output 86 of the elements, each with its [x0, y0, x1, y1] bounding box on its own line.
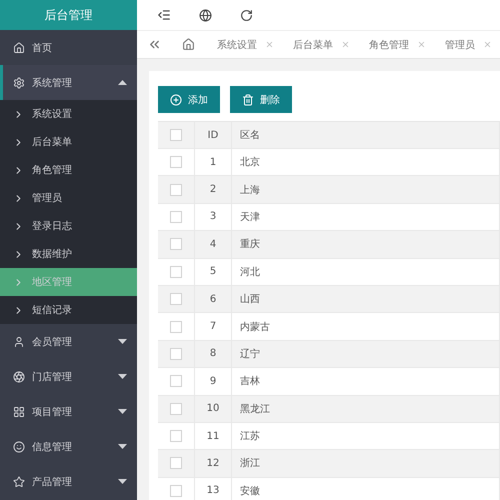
submenu-item[interactable]: 登录日志	[0, 212, 137, 240]
collapse-menu-icon[interactable]	[157, 8, 171, 22]
checkbox[interactable]	[170, 375, 182, 388]
refresh-icon[interactable]	[240, 8, 253, 22]
smiley-icon	[13, 440, 25, 452]
caret-down-icon	[118, 444, 127, 449]
close-icon[interactable]	[265, 40, 274, 49]
submenu-item[interactable]: 角色管理	[0, 156, 137, 184]
submenu-item[interactable]: 数据维护	[0, 240, 137, 268]
table-cell-text: 北京	[240, 156, 260, 170]
checkbox[interactable]	[170, 129, 182, 141]
caret-down-icon	[118, 374, 127, 379]
tab[interactable]: 系统设置	[205, 38, 281, 52]
table-cell-text: 黑龙江	[240, 402, 270, 416]
table-cell: 6	[210, 294, 216, 305]
table-cell: 4	[210, 238, 216, 250]
table-cell-text: 上海	[240, 184, 260, 197]
table-cell: 12	[206, 458, 220, 469]
add-button[interactable]: 添加	[158, 86, 220, 113]
caret-down-icon	[118, 479, 127, 484]
checkbox[interactable]	[170, 266, 182, 278]
sidebar-item[interactable]: 项目管理	[0, 394, 137, 429]
table-cell: 8	[210, 348, 216, 360]
table-cell-text: 浙江	[240, 456, 260, 470]
tab[interactable]: 管理员	[433, 38, 499, 52]
delete-button[interactable]: 删除	[230, 86, 292, 113]
table-cell-text: 江苏	[240, 430, 260, 444]
trash-icon	[242, 94, 254, 106]
checkbox[interactable]	[170, 184, 182, 196]
checkbox[interactable]	[170, 238, 182, 250]
table-cell-text: 安徽	[240, 484, 260, 498]
grid-icon	[13, 406, 25, 418]
table-cell-text: 吉林	[240, 374, 260, 388]
caret-up-icon	[118, 80, 127, 85]
table-cell: 13	[206, 485, 220, 496]
tab[interactable]: 后台菜单	[281, 38, 357, 52]
column-header: 区名	[240, 129, 260, 142]
table-cell: 9	[210, 376, 216, 387]
table-cell-text: 河北	[240, 266, 260, 279]
checkbox[interactable]	[170, 320, 182, 333]
sidebar-item[interactable]: 会员管理	[0, 324, 137, 359]
submenu-item[interactable]: 管理员	[0, 184, 137, 212]
table-cell: 5	[210, 266, 216, 278]
aperture-icon	[13, 370, 25, 382]
submenu-item[interactable]: 系统设置	[0, 100, 137, 128]
settings-icon	[13, 76, 25, 88]
checkbox[interactable]	[170, 484, 182, 497]
home-icon[interactable]	[182, 38, 195, 51]
table-cell: 7	[210, 321, 216, 332]
caret-down-icon	[118, 339, 127, 344]
checkbox[interactable]	[170, 156, 182, 168]
sidebar-item[interactable]: 首页	[0, 30, 137, 65]
checkbox[interactable]	[170, 402, 182, 415]
table-cell: 1	[210, 156, 216, 168]
checkbox[interactable]	[170, 348, 182, 360]
table-cell: 10	[206, 403, 220, 414]
column-header: ID	[208, 130, 218, 140]
table-cell-text: 重庆	[240, 238, 260, 252]
checkbox[interactable]	[170, 457, 182, 470]
table-cell: 2	[210, 184, 216, 196]
brand-title: 后台管理	[0, 0, 137, 30]
close-icon[interactable]	[341, 40, 350, 49]
home-icon	[13, 42, 25, 54]
table-cell-text: 山西	[240, 292, 260, 306]
checkbox[interactable]	[170, 293, 182, 306]
sidebar-item[interactable]: 产品管理	[0, 464, 137, 499]
table-cell: 11	[206, 430, 220, 442]
close-icon[interactable]	[417, 40, 426, 49]
table-cell-text: 内蒙古	[240, 320, 270, 334]
sidebar-item[interactable]: 系统管理	[0, 65, 137, 100]
checkbox[interactable]	[170, 210, 182, 223]
tab[interactable]: 角色管理	[357, 38, 433, 52]
table-cell-text: 辽宁	[240, 348, 260, 361]
globe-icon[interactable]	[199, 8, 212, 22]
star-icon	[13, 476, 25, 488]
table-cell-text: 天津	[240, 210, 260, 224]
submenu-item[interactable]: 后台菜单	[0, 128, 137, 156]
close-icon[interactable]	[483, 40, 492, 49]
caret-down-icon	[118, 409, 127, 414]
table-cell: 3	[210, 211, 216, 222]
plus-circle-icon	[170, 94, 182, 106]
sidebar-item[interactable]: 信息管理	[0, 429, 137, 464]
submenu-item[interactable]: 短信记录	[0, 296, 137, 324]
sidebar-item[interactable]: 门店管理	[0, 359, 137, 394]
checkbox[interactable]	[170, 430, 182, 442]
user-icon	[13, 336, 25, 348]
